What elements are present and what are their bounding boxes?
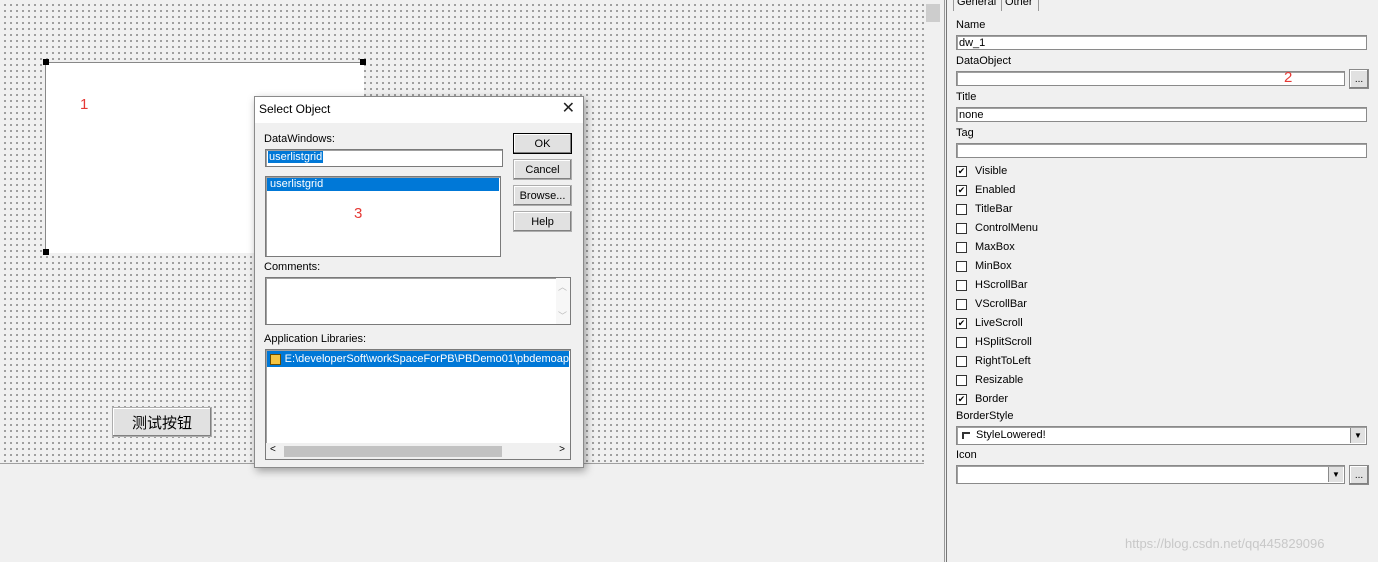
dataobject-input[interactable]: 2	[956, 69, 1345, 86]
borderstyle-label: BorderStyle	[956, 410, 1014, 422]
resize-handle-top-left[interactable]	[43, 59, 49, 65]
library-hscrollbar[interactable]: < >	[266, 443, 570, 459]
scroll-left-icon[interactable]: <	[270, 444, 276, 455]
library-icon	[270, 353, 281, 365]
cancel-button[interactable]: Cancel	[513, 159, 572, 180]
checkbox-box[interactable]	[956, 355, 967, 367]
checkbox-hsplitscroll[interactable]: HSplitScroll	[956, 334, 1032, 350]
comments-textarea[interactable]: ︿ ﹀	[265, 277, 571, 325]
checkbox-righttoleft[interactable]: RightToLeft	[956, 353, 1031, 369]
title-input[interactable]: none	[956, 107, 1367, 122]
app-library-item[interactable]: E:\developerSoft\workSpaceForPB\PBDemo01…	[267, 351, 569, 367]
comments-label: Comments:	[264, 261, 321, 273]
datawindow-list[interactable]: userlistgrid 3	[265, 176, 501, 257]
app-libraries-list[interactable]: E:\developerSoft\workSpaceForPB\PBDemo01…	[265, 349, 571, 460]
checkbox-box[interactable]	[956, 298, 967, 310]
checkbox-livescroll[interactable]: ✔ LiveScroll	[956, 315, 1023, 331]
app-library-path: E:\developerSoft\workSpaceForPB\PBDemo01…	[284, 353, 569, 365]
tag-label: Tag	[956, 127, 974, 139]
name-input[interactable]: dw_1	[956, 35, 1367, 50]
checkbox-label: Visible	[975, 165, 1008, 177]
app-libraries-label: Application Libraries:	[264, 333, 367, 345]
checkbox-visible[interactable]: ✔ Visible	[956, 163, 1007, 179]
scroll-down-icon[interactable]: ﹀	[558, 309, 567, 322]
ok-button[interactable]: OK	[513, 133, 572, 154]
checkbox-label: RightToLeft	[975, 355, 1031, 367]
watermark: https://blog.csdn.net/qq445829096	[1125, 536, 1325, 551]
comments-scrollbar[interactable]: ︿ ﹀	[556, 278, 570, 324]
resize-handle-top-right[interactable]	[360, 59, 366, 65]
name-label: Name	[956, 19, 986, 31]
datawindows-label: DataWindows:	[264, 133, 335, 145]
checkbox-label: Enabled	[975, 184, 1016, 196]
checkbox-hscrollbar[interactable]: HScrollBar	[956, 277, 1028, 293]
borderstyle-value: StyleLowered!	[976, 429, 1046, 441]
help-button[interactable]: Help	[513, 211, 572, 232]
tab-other[interactable]: Other	[1001, 0, 1039, 11]
checkbox-minbox[interactable]: MinBox	[956, 258, 1012, 274]
border-style-icon	[962, 431, 970, 439]
datawindow-name-input[interactable]: userlistgrid	[265, 149, 503, 167]
list-marker: 3	[354, 205, 363, 222]
canvas-lower-area	[0, 464, 924, 562]
properties-panel: General Other Name dw_1 DataObject 2 ...…	[946, 0, 1378, 562]
title-label: Title	[956, 91, 977, 103]
dataobject-browse-button[interactable]: ...	[1349, 69, 1369, 89]
dataobject-marker: 2	[1284, 69, 1293, 86]
icon-select[interactable]: ▼	[956, 465, 1345, 484]
checkmark-icon[interactable]: ✔	[956, 393, 967, 405]
checkbox-label: MaxBox	[975, 241, 1015, 253]
checkbox-box[interactable]	[956, 241, 967, 253]
checkbox-label: Resizable	[975, 374, 1024, 386]
dataobject-label: DataObject	[956, 55, 1012, 67]
checkbox-box[interactable]	[956, 336, 967, 348]
checkmark-icon[interactable]: ✔	[956, 184, 967, 196]
browse-button[interactable]: Browse...	[513, 185, 572, 206]
checkbox-label: HSplitScroll	[975, 336, 1032, 348]
checkbox-enabled[interactable]: ✔ Enabled	[956, 182, 1015, 198]
icon-label: Icon	[956, 449, 977, 461]
canvas-vscrollbar[interactable]	[924, 0, 945, 562]
checkbox-border[interactable]: ✔ Border	[956, 391, 1008, 407]
datawindow-name-value: userlistgrid	[268, 151, 324, 163]
checkmark-icon[interactable]: ✔	[956, 165, 967, 177]
checkbox-label: LiveScroll	[975, 317, 1023, 329]
checkbox-vscrollbar[interactable]: VScrollBar	[956, 296, 1027, 312]
checkbox-box[interactable]	[956, 203, 967, 215]
checkbox-controlmenu[interactable]: ControlMenu	[956, 220, 1038, 236]
borderstyle-select[interactable]: StyleLowered! ▼	[956, 426, 1367, 445]
vscroll-thumb[interactable]	[926, 4, 940, 22]
checkbox-label: TitleBar	[975, 203, 1013, 215]
dw-marker: 1	[80, 96, 89, 113]
close-icon[interactable]: ✕	[562, 100, 575, 118]
hscroll-thumb[interactable]	[284, 446, 502, 457]
dialog-titlebar[interactable]: Select Object ✕	[255, 97, 583, 123]
checkbox-label: Border	[975, 393, 1009, 405]
tag-input[interactable]	[956, 143, 1367, 158]
resize-handle-bottom-left[interactable]	[43, 249, 49, 255]
checkbox-resizable[interactable]: Resizable	[956, 372, 1023, 388]
dialog-title: Select Object	[259, 102, 331, 116]
chevron-down-icon[interactable]: ▼	[1328, 467, 1343, 482]
checkbox-label: MinBox	[975, 260, 1012, 272]
checkbox-titlebar[interactable]: TitleBar	[956, 201, 1013, 217]
chevron-down-icon[interactable]: ▼	[1350, 428, 1365, 443]
checkbox-maxbox[interactable]: MaxBox	[956, 239, 1015, 255]
checkbox-label: VScrollBar	[975, 298, 1027, 310]
datawindow-list-item[interactable]: userlistgrid	[267, 178, 499, 191]
checkbox-label: ControlMenu	[975, 222, 1038, 234]
tab-general[interactable]: General	[953, 0, 1007, 11]
checkbox-box[interactable]	[956, 222, 967, 234]
checkbox-box[interactable]	[956, 374, 967, 386]
icon-browse-button[interactable]: ...	[1349, 465, 1369, 485]
checkmark-icon[interactable]: ✔	[956, 317, 967, 329]
checkbox-box[interactable]	[956, 279, 967, 291]
select-object-dialog: Select Object ✕ DataWindows: userlistgri…	[254, 96, 584, 468]
scroll-right-icon[interactable]: >	[559, 444, 565, 455]
test-button[interactable]: 测试按钮	[112, 407, 212, 437]
checkbox-box[interactable]	[956, 260, 967, 272]
checkbox-label: HScrollBar	[975, 279, 1028, 291]
scroll-up-icon[interactable]: ︿	[558, 280, 567, 293]
